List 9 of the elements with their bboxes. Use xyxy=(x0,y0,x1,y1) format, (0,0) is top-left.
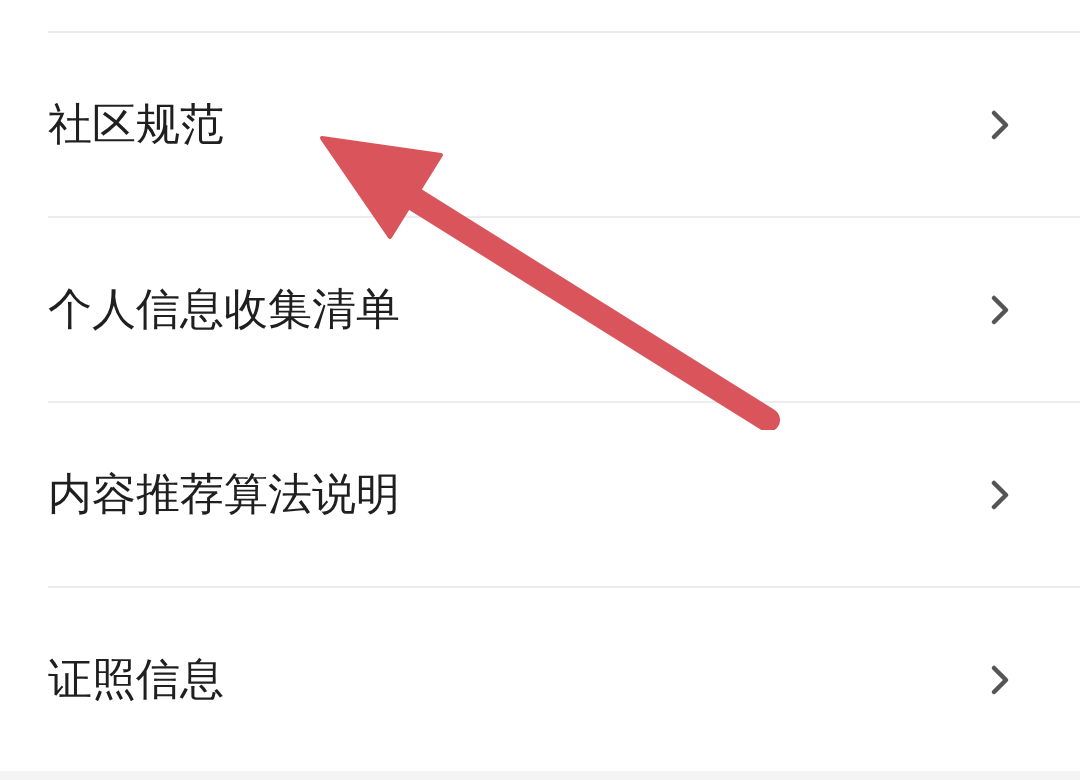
chevron-right-icon xyxy=(990,293,1010,326)
menu-item-label: 个人信息收集清单 xyxy=(48,282,400,336)
chevron-right-icon xyxy=(990,108,1010,141)
menu-item[interactable]: 内容推荐算法说明 xyxy=(48,401,1080,586)
menu-item-label: 证照信息 xyxy=(48,652,224,706)
menu-item-label: 内容推荐算法说明 xyxy=(48,467,400,521)
menu-item-label: 社区规范 xyxy=(48,97,224,151)
chevron-right-icon xyxy=(990,663,1010,696)
chevron-right-icon xyxy=(990,478,1010,511)
